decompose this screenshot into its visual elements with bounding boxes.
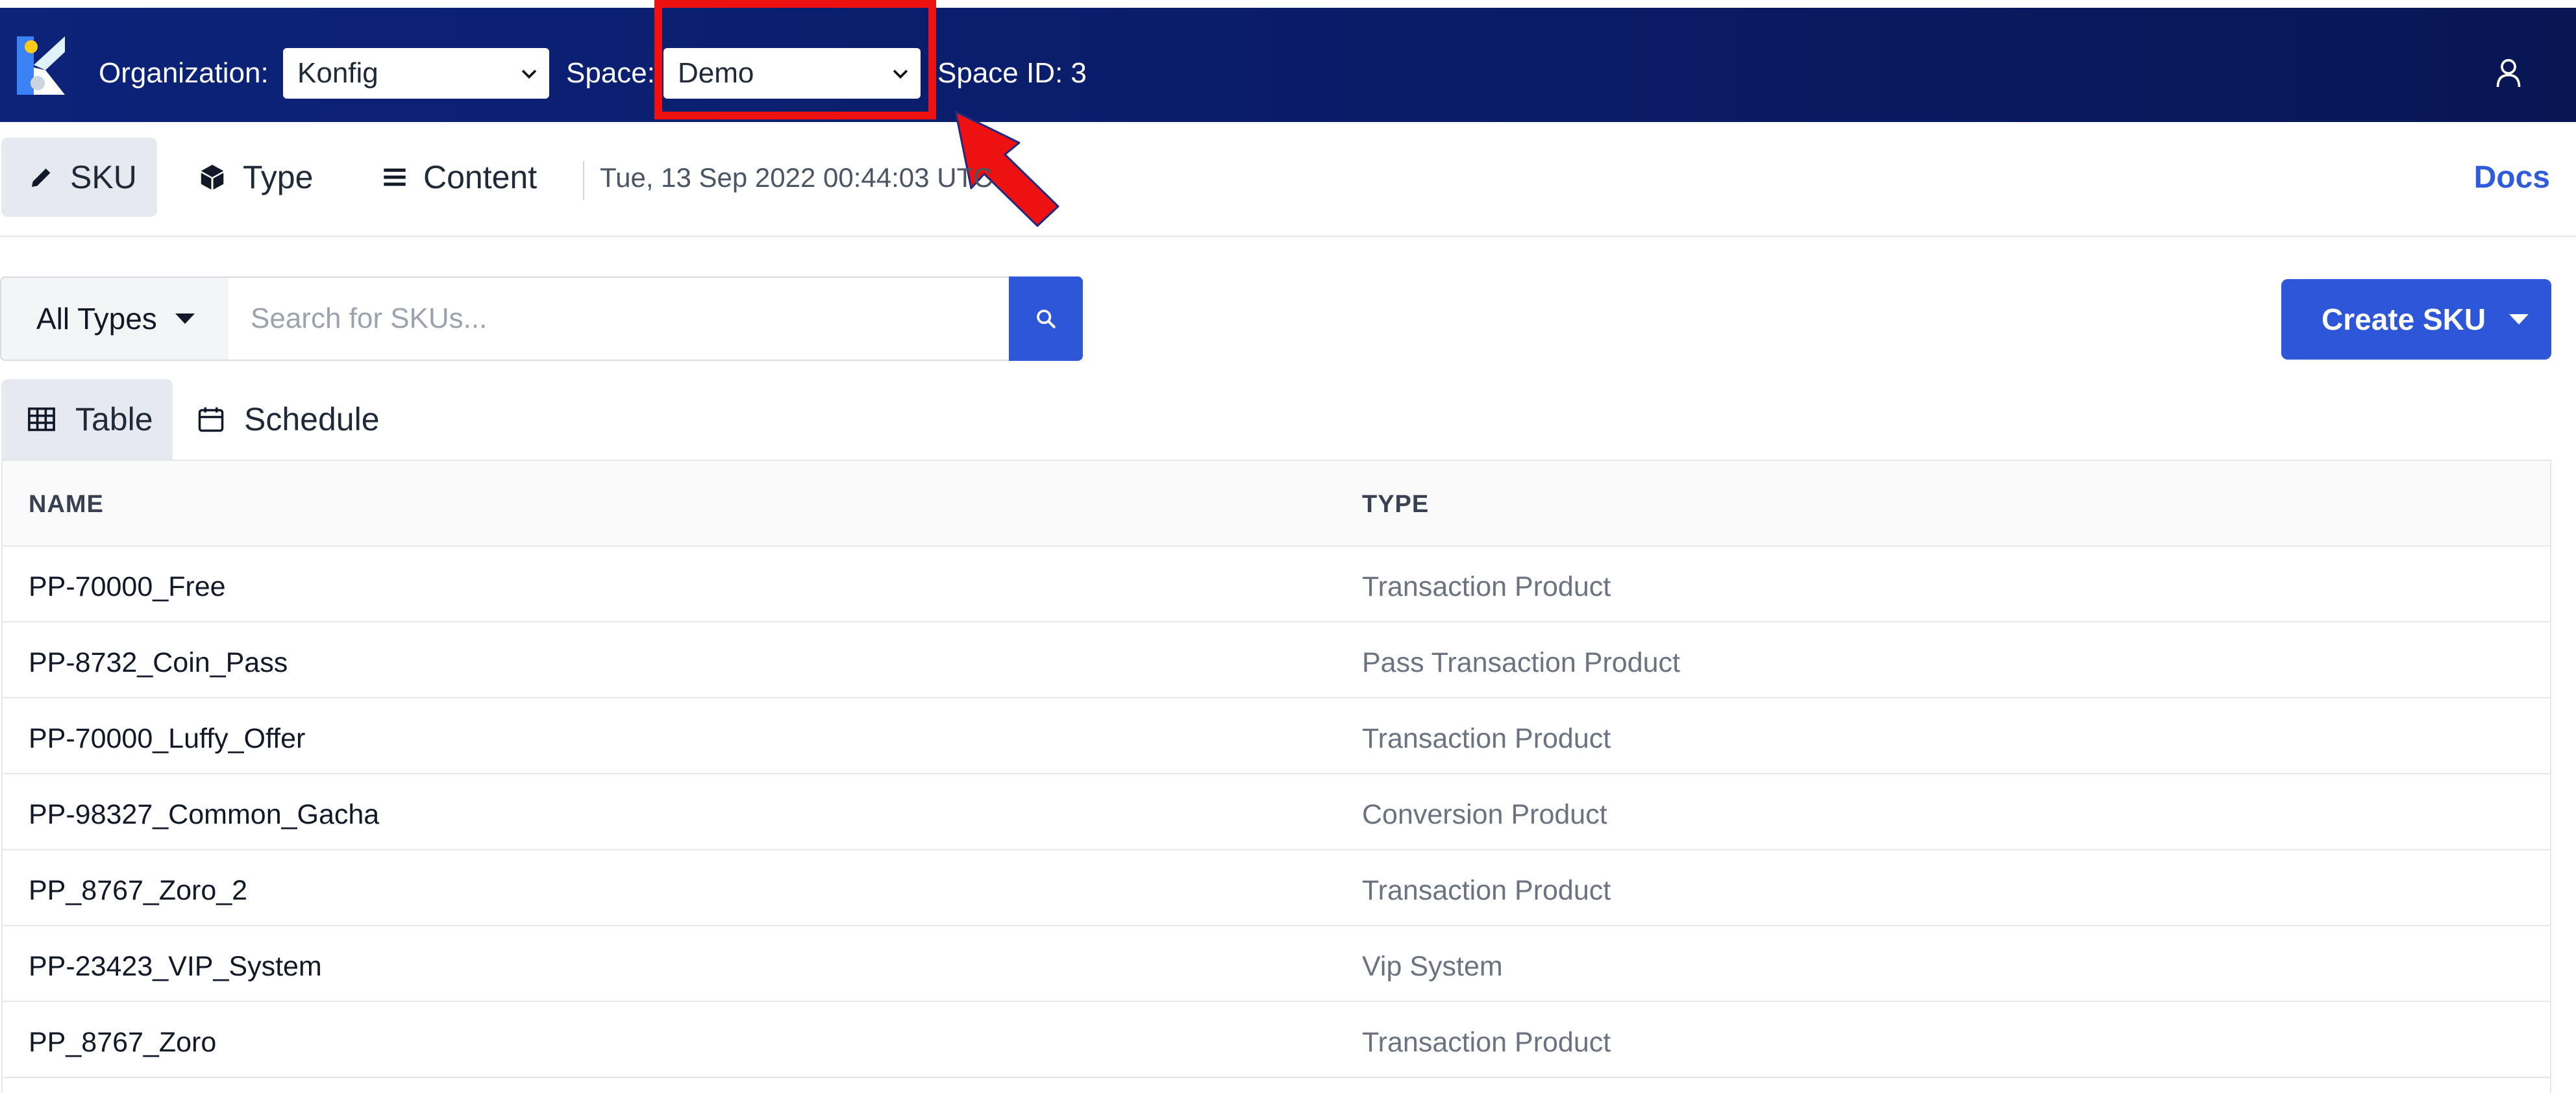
column-header-name[interactable]: NAME xyxy=(29,491,104,519)
list-icon xyxy=(384,168,406,186)
row-name[interactable]: PP-98327_Common_Gacha xyxy=(29,799,379,831)
timestamp: Tue, 13 Sep 2022 00:44:03 UTC xyxy=(600,162,993,193)
create-sku-button[interactable]: Create SKU xyxy=(2281,279,2551,360)
row-name[interactable]: PP-70000_Luffy_Offer xyxy=(29,723,305,755)
row-name[interactable]: PP-23423_VIP_System xyxy=(29,951,322,983)
nav-content-label: Content xyxy=(423,159,538,195)
row-name[interactable]: PP_8767_Zoro xyxy=(29,1027,216,1059)
row-type: Transaction Product xyxy=(1362,571,1611,602)
konfig-logo-icon[interactable] xyxy=(14,32,68,99)
tab-schedule[interactable]: Schedule xyxy=(197,379,405,460)
row-type: Pass Transaction Product xyxy=(1362,647,1680,678)
user-icon[interactable] xyxy=(2494,57,2523,88)
highlight-box xyxy=(654,0,936,119)
tab-schedule-label: Schedule xyxy=(244,401,380,437)
cube-icon xyxy=(201,164,224,190)
chevron-down-icon xyxy=(521,69,537,79)
row-type: Transaction Product xyxy=(1362,1027,1611,1058)
column-header-type[interactable]: TYPE xyxy=(1362,491,1429,519)
row-type: Conversion Product xyxy=(1362,799,1607,830)
table-icon xyxy=(28,407,55,432)
table-row[interactable]: PP-98327_Common_Gacha Conversion Product xyxy=(3,774,2550,850)
create-sku-label: Create SKU xyxy=(2322,302,2486,336)
caret-down-icon xyxy=(2509,314,2529,325)
table-row[interactable]: PP_8767_Zoro_2 Transaction Product xyxy=(3,850,2550,926)
row-name[interactable]: PP-8732_Coin_Pass xyxy=(29,647,288,679)
sku-table: NAME TYPE PP-70000_Free Transaction Prod… xyxy=(1,460,2551,1093)
caret-down-icon xyxy=(175,313,195,324)
search-button[interactable] xyxy=(1009,276,1083,361)
nav-divider xyxy=(583,161,584,200)
row-type: Transaction Product xyxy=(1362,723,1611,754)
top-bar: Organization: Konfig Space: Demo Space I… xyxy=(0,8,2576,122)
search-input[interactable]: Search for SKUs... xyxy=(229,276,1010,361)
nav-type-label: Type xyxy=(243,159,314,195)
docs-link[interactable]: Docs xyxy=(2474,160,2550,195)
search-placeholder: Search for SKUs... xyxy=(251,302,488,334)
space-label: Space: xyxy=(566,57,655,89)
table-row[interactable]: PP_8767_Zoro Transaction Product xyxy=(3,1002,2550,1078)
nav-row: SKU Type Content Tue, 13 Sep 2022 00:44:… xyxy=(0,122,2576,237)
organization-value: Konfig xyxy=(297,57,378,89)
type-filter-label: All Types xyxy=(36,302,157,336)
row-type: Vip System xyxy=(1362,951,1503,982)
table-row[interactable]: PP-8732_Coin_Pass Pass Transaction Produ… xyxy=(3,622,2550,698)
search-icon xyxy=(1037,310,1056,328)
row-name[interactable]: PP-70000_Free xyxy=(29,571,226,603)
table-row[interactable]: PP-23423_VIP_System Vip System xyxy=(3,926,2550,1002)
nav-content[interactable]: Content xyxy=(364,138,571,217)
pencil-icon xyxy=(32,168,51,187)
nav-sku[interactable]: SKU xyxy=(1,138,157,217)
tab-table-label: Table xyxy=(75,401,153,437)
tab-table[interactable]: Table xyxy=(1,379,173,460)
space-id: Space ID: 3 xyxy=(937,57,1087,89)
table-header: NAME TYPE xyxy=(3,461,2550,546)
nav-sku-label: SKU xyxy=(70,159,137,195)
row-name[interactable]: PP_8767_Zoro_2 xyxy=(29,875,247,907)
organization-select[interactable]: Konfig xyxy=(283,48,549,99)
nav-type[interactable]: Type xyxy=(175,138,338,217)
table-row[interactable]: PP-70000_Luffy_Offer Transaction Product xyxy=(3,698,2550,774)
table-row[interactable]: PP-70000_Free Transaction Product xyxy=(3,546,2550,622)
type-filter-dropdown[interactable]: All Types xyxy=(0,276,230,361)
calendar-icon xyxy=(198,407,224,432)
organization-label: Organization: xyxy=(99,57,269,89)
row-type: Transaction Product xyxy=(1362,875,1611,906)
